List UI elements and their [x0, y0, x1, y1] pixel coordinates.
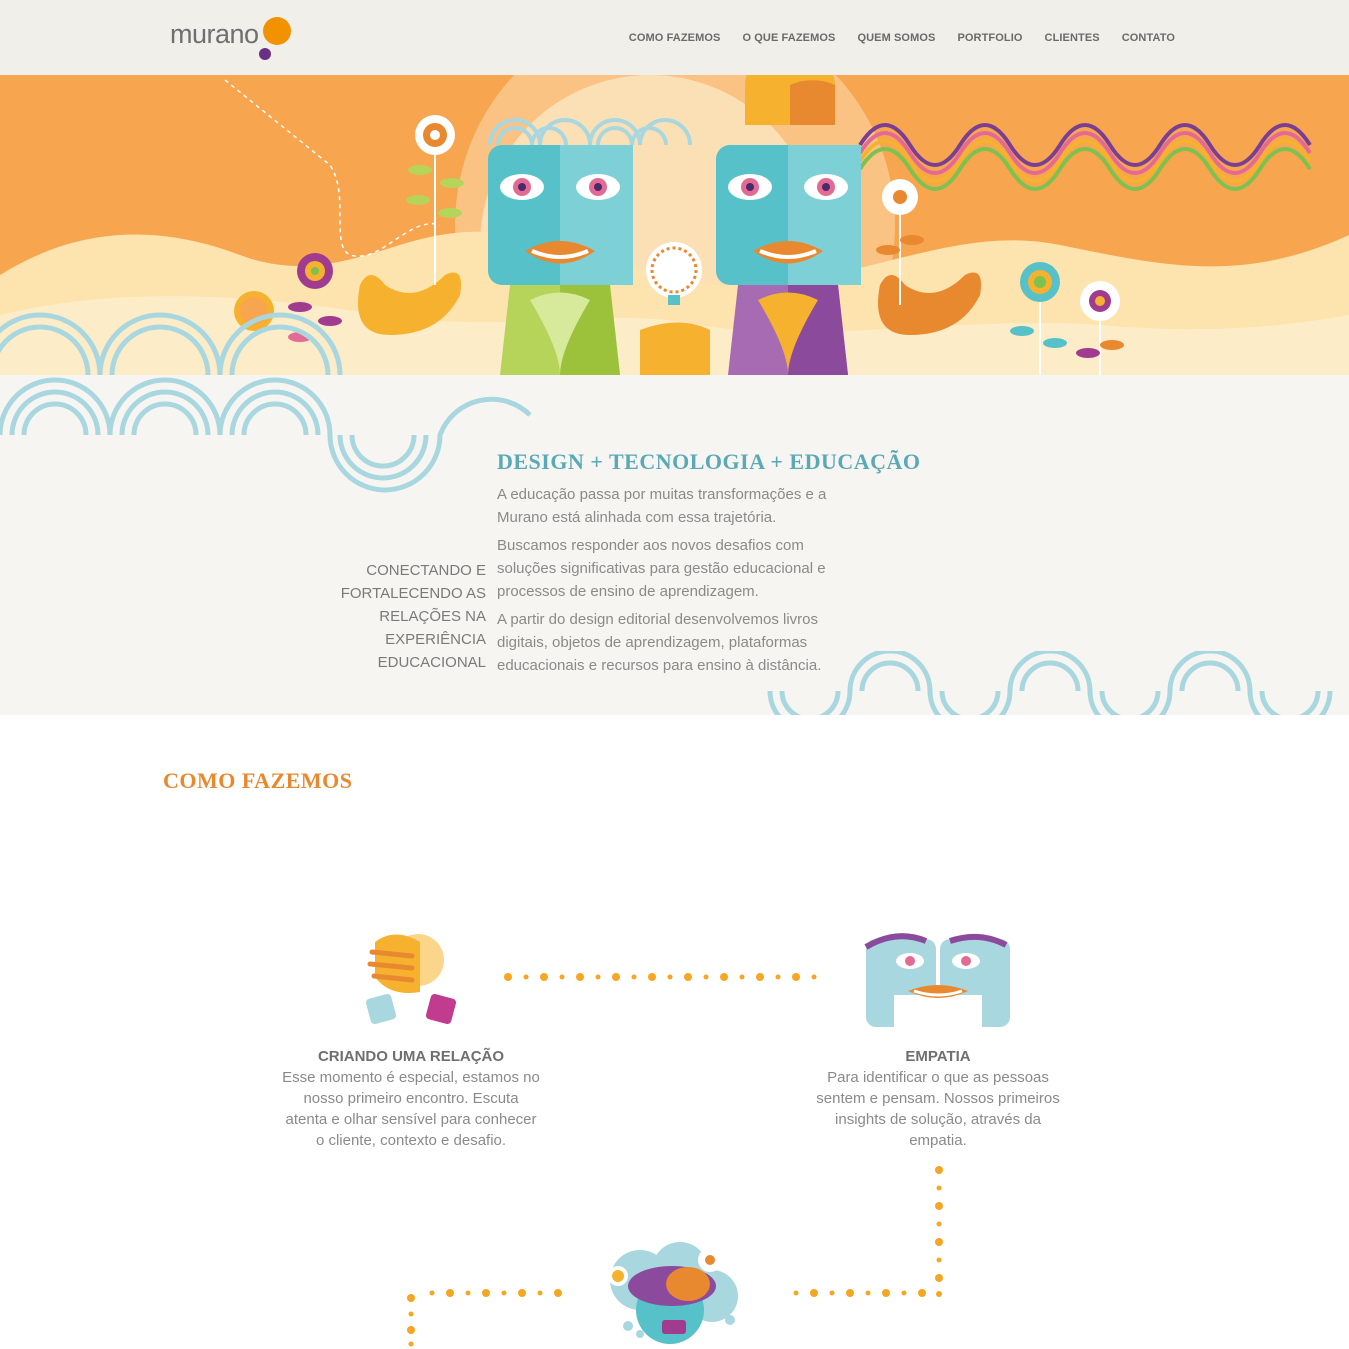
- main-nav: COMO FAZEMOS O QUE FAZEMOS QUEM SOMOS PO…: [629, 0, 1175, 75]
- intro-body: A educação passa por muitas transformaçõ…: [497, 483, 857, 682]
- tagline-line: EDUCACIONAL: [377, 654, 486, 671]
- hero-illustration: [0, 75, 1349, 375]
- murano-logo[interactable]: murano: [170, 14, 293, 62]
- section-title-como-fazemos: COMO FAZEMOS: [163, 768, 353, 793]
- logo-text: murano: [170, 19, 259, 49]
- step-criando-relacao: CRIANDO UMA RELAÇÃO Esse momento é espec…: [282, 1048, 540, 1151]
- step-text: Para identificar o que as pessoas sentem…: [816, 1069, 1060, 1149]
- intro-title: DESIGN + TECNOLOGIA + EDUCAÇÃO: [497, 449, 921, 474]
- nav-quem-somos[interactable]: QUEM SOMOS: [857, 32, 935, 44]
- dotted-connector: [793, 1289, 926, 1297]
- tagline-line: RELAÇÕES NA: [379, 608, 486, 625]
- intro-paragraph: A partir do design editorial desenvolvem…: [497, 611, 822, 674]
- dotted-connector: [407, 1289, 562, 1347]
- dotted-connector-vertical: [935, 1166, 943, 1297]
- wave-decoration-left: [0, 377, 532, 493]
- nav-contato[interactable]: CONTATO: [1122, 32, 1175, 44]
- airship-icon: [608, 1242, 738, 1344]
- nav-clientes[interactable]: CLIENTES: [1045, 32, 1100, 44]
- site-header: murano COMO FAZEMOS O QUE FAZEMOS QUEM S…: [0, 0, 1349, 75]
- step-empatia: EMPATIA Para identificar o que as pessoa…: [808, 1048, 1068, 1151]
- logo-mark-icon: [258, 17, 291, 60]
- nav-como-fazemos[interactable]: COMO FAZEMOS: [629, 32, 721, 44]
- hero-artwork: [0, 75, 1349, 375]
- empathy-faces-icon: [864, 933, 1010, 1027]
- handshake-icon: [365, 934, 457, 1025]
- tagline-line: CONECTANDO E: [366, 562, 486, 579]
- nav-portfolio[interactable]: PORTFOLIO: [957, 32, 1022, 44]
- intro-tagline: CONECTANDO E FORTALECENDO AS RELAÇÕES NA…: [330, 559, 486, 674]
- intro-paragraph: A educação passa por muitas transformaçõ…: [497, 486, 827, 526]
- dotted-connector: [504, 973, 817, 981]
- step-title: EMPATIA: [905, 1048, 971, 1065]
- tagline-line: EXPERIÊNCIA: [385, 631, 486, 648]
- nav-o-que-fazemos[interactable]: O QUE FAZEMOS: [742, 32, 835, 44]
- intro-paragraph: Buscamos responder aos novos desafios co…: [497, 537, 826, 600]
- step-title: CRIANDO UMA RELAÇÃO: [317, 1048, 505, 1065]
- tagline-line: FORTALECENDO AS: [340, 585, 486, 602]
- step-text: Esse momento é especial, estamos no noss…: [282, 1069, 540, 1149]
- intro-section: CONECTANDO E FORTALECENDO AS RELAÇÕES NA…: [0, 375, 1349, 715]
